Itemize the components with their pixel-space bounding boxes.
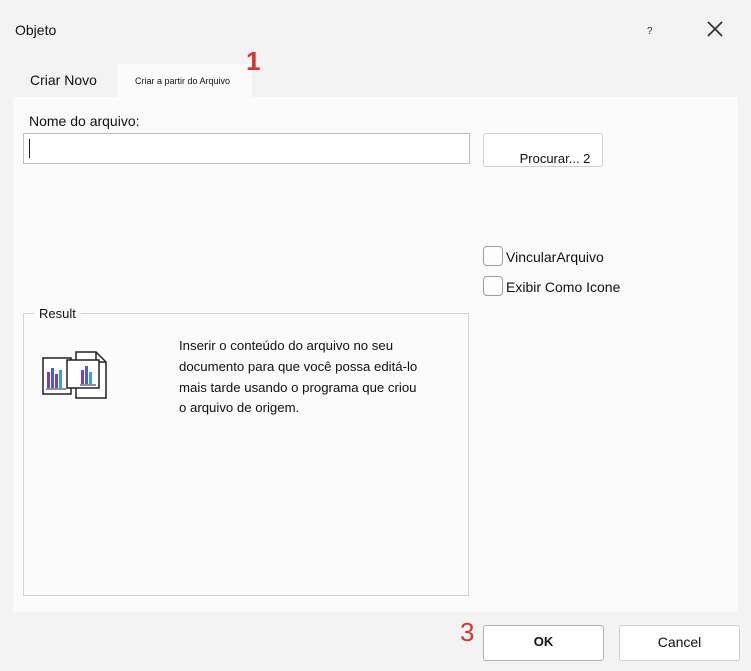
file-name-input[interactable] (23, 133, 470, 164)
cancel-button[interactable]: Cancel (619, 625, 740, 661)
tab-criar-novo[interactable]: Criar Novo (14, 64, 116, 96)
file-name-label: Nome do arquivo: (29, 113, 140, 129)
link-to-file-label: VincularArquivo (506, 249, 604, 265)
ok-button[interactable]: OK (483, 625, 604, 661)
display-as-icon-checkbox-box[interactable] (483, 276, 503, 296)
display-as-icon-label: Exibir Como Icone (506, 279, 621, 295)
embedded-document-icon (42, 351, 107, 399)
annotation-marker-1: 1 (246, 46, 261, 76)
close-button[interactable] (700, 14, 730, 44)
title-bar: Objeto ? (0, 0, 751, 58)
browse-button[interactable]: Procurar... 2 (483, 133, 603, 167)
annotation-marker-3: 3 (460, 617, 475, 647)
dialog-title: Objeto (15, 22, 57, 38)
result-legend: Result (34, 306, 81, 321)
help-icon[interactable]: ? (647, 26, 653, 37)
result-description: Inserir o conteúdo do arquivo no seu doc… (179, 338, 418, 416)
link-to-file-checkbox-box[interactable] (483, 246, 503, 266)
text-caret (29, 139, 30, 158)
tab-criar-a-partir-do-arquivo[interactable]: Criar a partir do Arquivo (117, 64, 252, 98)
insert-object-dialog: Objeto ? Criar Novo Criar a partir do Ar… (0, 0, 751, 671)
close-icon (707, 21, 723, 37)
